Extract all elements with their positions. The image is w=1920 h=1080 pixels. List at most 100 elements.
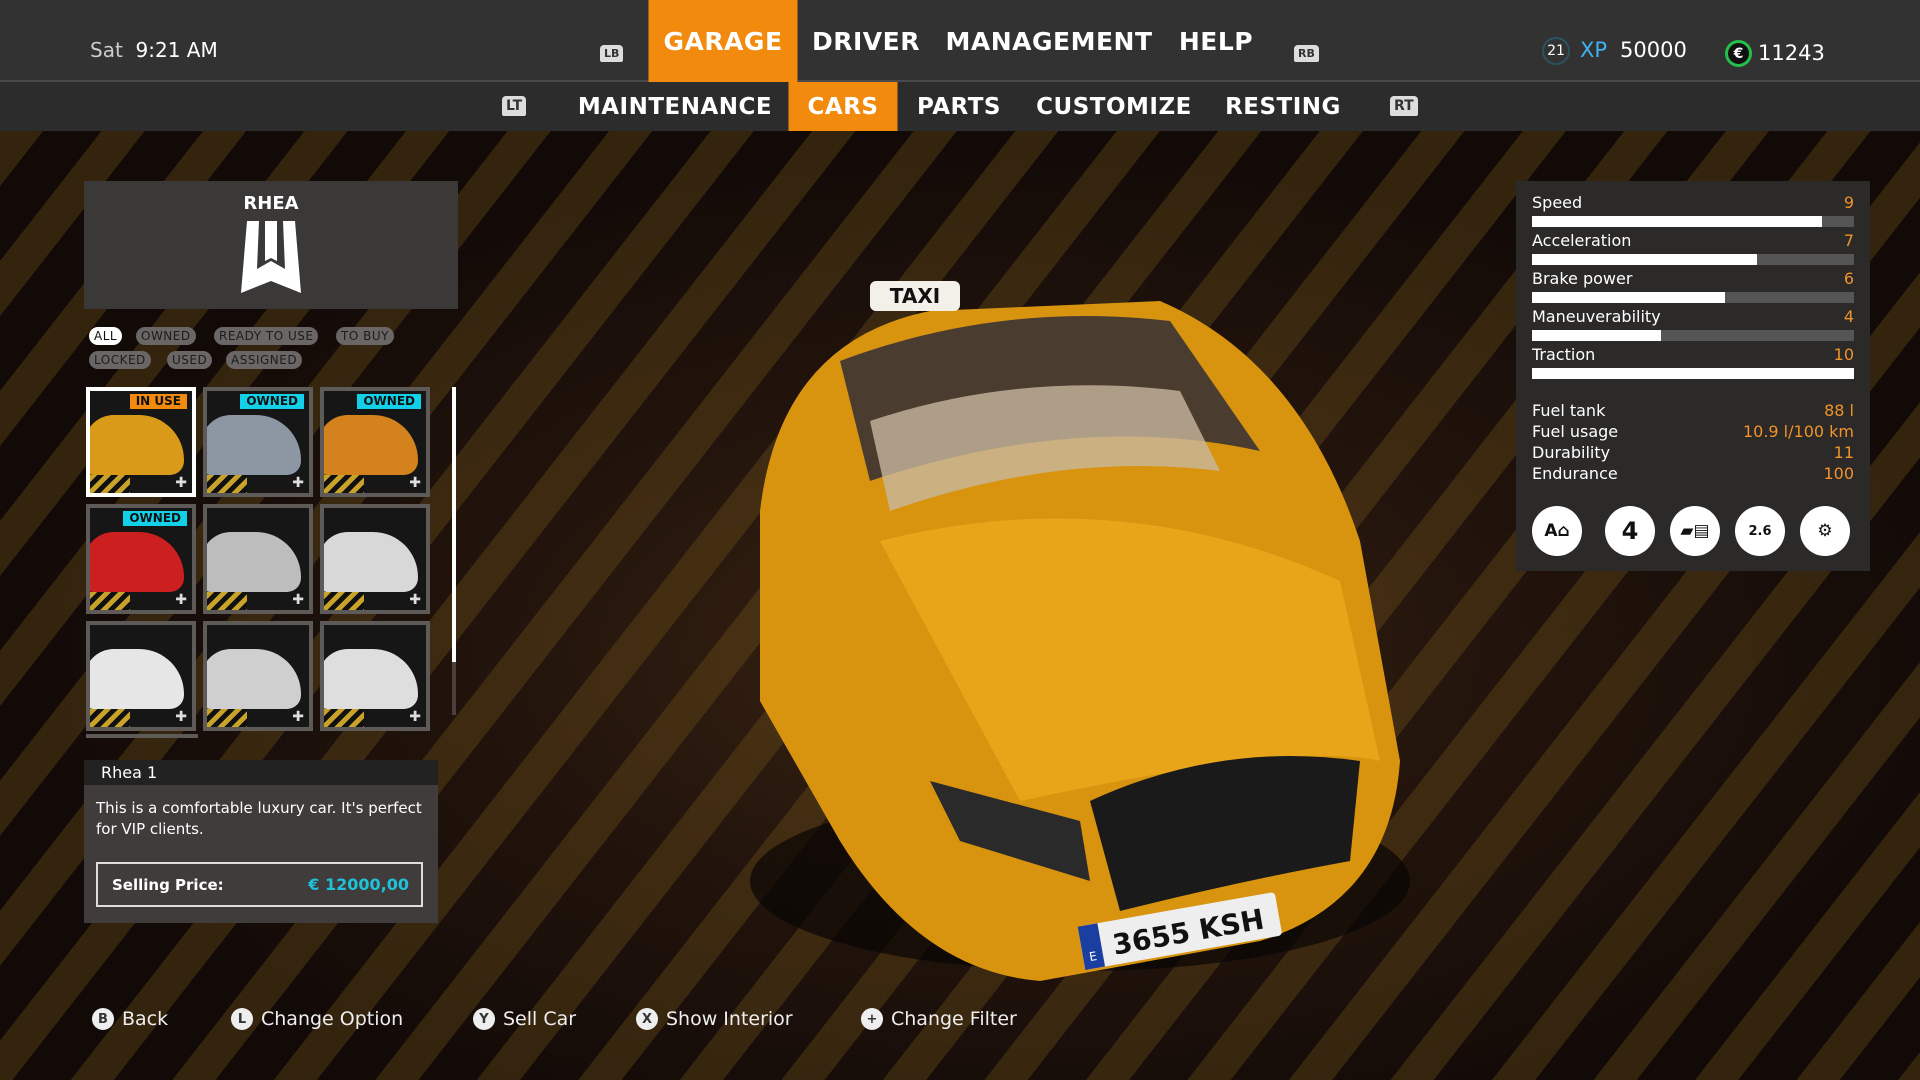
stat-bar-fill: [1532, 368, 1854, 379]
car-thumbnail: [207, 415, 301, 475]
plus-icon: ✚: [292, 709, 304, 725]
spec-value: 11: [1833, 443, 1854, 462]
stat-label: Maneuverability: [1532, 307, 1661, 326]
filter-to-buy[interactable]: TO BUY: [336, 327, 394, 345]
engine-icon: ⚙: [1800, 506, 1850, 556]
stat-label: Speed: [1532, 193, 1583, 212]
plus-icon: ✚: [409, 592, 421, 608]
time: 9:21 AM: [135, 38, 218, 62]
tab-garage[interactable]: GARAGE: [648, 0, 798, 82]
car-description: This is a comfortable luxury car. It's p…: [96, 799, 422, 838]
tile-floor-stripes: [207, 709, 247, 727]
grid-scrollbar[interactable]: [452, 387, 456, 715]
car-thumbnail: [207, 649, 301, 709]
stats-panel: Speed 9 Acceleration 7 Brake power 6 Maneuvera…: [1516, 181, 1870, 571]
status-badge: OWNED: [123, 511, 187, 526]
tab-maintenance[interactable]: MAINTENANCE: [578, 82, 772, 131]
stat-value: 10: [1833, 345, 1854, 364]
hint-sell-car[interactable]: Y Sell Car: [473, 1008, 576, 1030]
car-tile[interactable]: OWNED ✚: [320, 387, 430, 497]
selling-price-value: € 12000,00: [308, 875, 409, 894]
hint-change-filter[interactable]: + Change Filter: [861, 1008, 1017, 1030]
hint-label: Sell Car: [503, 1008, 577, 1030]
car-thumbnail: [324, 415, 418, 475]
stat-bar-fill: [1532, 292, 1726, 303]
tile-floor-stripes: [90, 709, 130, 727]
car-tile[interactable]: ✚: [320, 621, 430, 731]
tab-help[interactable]: HELP: [1179, 0, 1253, 82]
tab-management[interactable]: MANAGEMENT: [945, 0, 1152, 82]
trunk-icon: ▰▤: [1670, 506, 1720, 556]
tab-parts[interactable]: PARTS: [917, 82, 1001, 131]
car-tile[interactable]: ✚: [203, 504, 313, 614]
tile-floor-stripes: [324, 475, 364, 493]
scrollbar-thumb[interactable]: [452, 387, 456, 662]
lt-trigger-icon[interactable]: LT: [502, 96, 527, 116]
spec-label: Fuel usage: [1532, 422, 1619, 441]
filter-ready-to-use[interactable]: READY TO USE: [214, 327, 319, 345]
car-name: Rhea 1: [84, 760, 438, 785]
stat-bar: [1532, 292, 1854, 303]
stat-label: Brake power: [1532, 269, 1633, 288]
car-thumbnail: [90, 415, 184, 475]
filter-assigned[interactable]: ASSIGNED: [226, 351, 303, 369]
car-tile[interactable]: OWNED ✚: [203, 387, 313, 497]
hint-label: Show Interior: [666, 1008, 793, 1030]
rt-trigger-icon[interactable]: RT: [1390, 96, 1418, 116]
status-badge: OWNED: [357, 394, 421, 409]
hint-show-interior[interactable]: X Show Interior: [636, 1008, 793, 1030]
hint-back[interactable]: B Back: [92, 1008, 168, 1030]
car-tile[interactable]: OWNED ✚: [86, 504, 196, 614]
controller-l-button-icon: L: [231, 1008, 253, 1030]
lb-bumper-icon[interactable]: LB: [600, 45, 624, 62]
taxi-car-model: TAXI E 3655 KSH: [750, 281, 1410, 981]
clock: Sat 9:21 AM: [90, 38, 218, 62]
stat-bar-fill: [1532, 330, 1661, 341]
tab-resting[interactable]: RESTING: [1225, 82, 1341, 131]
tile-floor-stripes: [90, 592, 130, 610]
plus-icon: ✚: [409, 709, 421, 725]
car-tile[interactable]: ✚: [320, 504, 430, 614]
car-thumbnail: [207, 532, 301, 592]
spec-label: Fuel tank: [1532, 401, 1606, 420]
level-badge: 21: [1542, 37, 1570, 65]
filter-all[interactable]: ALL: [89, 327, 123, 345]
rb-bumper-icon[interactable]: RB: [1294, 45, 1319, 62]
controller-y-button-icon: Y: [473, 1008, 495, 1030]
stat-bar-fill: [1532, 254, 1758, 265]
weight-icon: 2.6: [1735, 506, 1785, 556]
car-tile[interactable]: IN USE ✚: [86, 387, 196, 497]
filter-owned[interactable]: OWNED: [136, 327, 196, 345]
tab-cars[interactable]: CARS: [788, 82, 898, 131]
selling-price-label: Selling Price:: [112, 875, 224, 894]
status-badge: OWNED: [240, 394, 304, 409]
spec-value: 100: [1823, 464, 1854, 483]
filter-locked[interactable]: LOCKED: [89, 351, 151, 369]
tab-driver[interactable]: DRIVER: [812, 0, 920, 82]
car-tile[interactable]: ✚: [86, 621, 196, 731]
stat-bar: [1532, 216, 1854, 227]
plus-icon: ✚: [175, 709, 187, 725]
stat-bar: [1532, 254, 1854, 265]
plus-icon: ✚: [175, 592, 187, 608]
plus-icon: ✚: [292, 592, 304, 608]
filter-used[interactable]: USED: [167, 351, 213, 369]
tab-customize[interactable]: CUSTOMIZE: [1036, 82, 1192, 131]
controller-x-button-icon: X: [636, 1008, 658, 1030]
car-thumbnail: [324, 649, 418, 709]
car-thumbnail: [90, 532, 184, 592]
plus-icon: ✚: [409, 475, 421, 491]
controller-dpad-button-icon: +: [861, 1008, 883, 1030]
brand-name: RHEA: [243, 193, 299, 214]
selling-price-box: Selling Price: € 12000,00: [96, 862, 423, 907]
plus-icon: ✚: [292, 475, 304, 491]
controller-b-button-icon: B: [92, 1008, 114, 1030]
hint-label: Back: [122, 1008, 169, 1030]
hint-label: Change Option: [261, 1008, 404, 1030]
xp-value: 50000: [1620, 38, 1687, 62]
spec-label: Durability: [1532, 443, 1611, 462]
hint-change-option[interactable]: L Change Option: [231, 1008, 403, 1030]
stat-bar: [1532, 368, 1854, 379]
car-tile[interactable]: ✚: [203, 621, 313, 731]
stat-value: 4: [1843, 307, 1854, 326]
